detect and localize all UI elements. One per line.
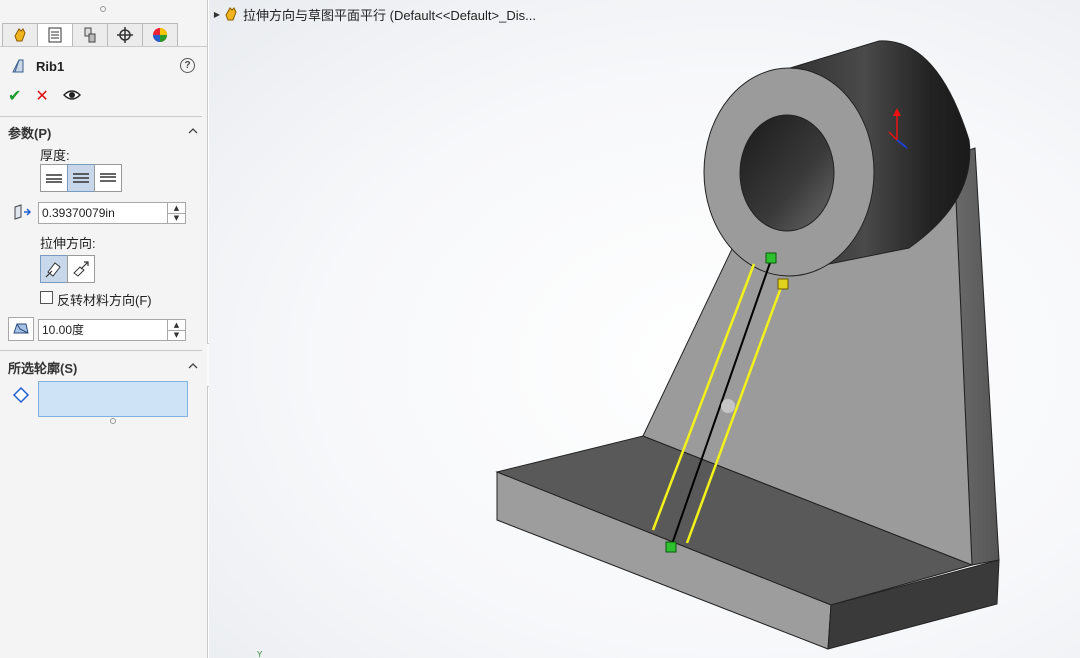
configuration-manager-icon: [84, 27, 96, 43]
help-icon[interactable]: ?: [180, 58, 195, 73]
axis-label: Y: [257, 650, 263, 658]
contour-diamond-icon: [12, 386, 30, 404]
normal-to-sketch-button[interactable]: [67, 255, 95, 283]
thickness-value[interactable]: 0.39370079in: [39, 203, 167, 223]
thickness-stepper-arrows: ▲ ▼: [167, 203, 185, 223]
direction-label: 拉伸方向:: [40, 236, 96, 251]
list-resize-handle[interactable]: [110, 418, 116, 424]
draft-toggle-button[interactable]: [8, 317, 34, 341]
collapse-params-icon[interactable]: [188, 126, 198, 136]
tab-configuration-manager[interactable]: [72, 23, 108, 47]
cylinder-hole[interactable]: [739, 114, 835, 232]
feature-manager-icon: [14, 28, 26, 42]
spin-up-icon[interactable]: ▲: [168, 203, 185, 214]
thickness-type-buttons: [40, 164, 122, 192]
first-side-icon: [46, 174, 62, 183]
spin-down-icon[interactable]: ▼: [168, 214, 185, 224]
dimxpert-icon: [117, 27, 133, 43]
collapse-contours-icon[interactable]: [188, 361, 198, 371]
tab-divider: [0, 46, 208, 47]
feature-name: Rib1: [36, 58, 65, 74]
sketch-point-bottom[interactable]: [665, 541, 677, 553]
property-manager-panel: Rib1 ? ✔ ✕ 参数(P) 厚度: 0.39370079in ▲ ▼ 拉伸…: [0, 0, 208, 658]
flip-material-label: 反转材料方向(F): [57, 293, 152, 308]
tab-display-manager[interactable]: [142, 23, 178, 47]
property-manager-icon: [48, 27, 62, 43]
rib-feature-icon: [12, 59, 24, 73]
manager-tabs: [2, 23, 182, 47]
spin-down-icon[interactable]: ▼: [168, 331, 185, 341]
cancel-button[interactable]: ✕: [35, 86, 48, 105]
feature-header: Rib1 ?: [10, 56, 195, 76]
thickness-stepper[interactable]: 0.39370079in ▲ ▼: [38, 202, 186, 224]
tab-property-manager[interactable]: [37, 23, 73, 47]
selected-contours-list[interactable]: [38, 381, 188, 417]
thickness-both-sides-button[interactable]: [67, 164, 95, 192]
contours-group-title[interactable]: 所选轮廓(S): [8, 358, 77, 377]
draft-stepper-arrows: ▲ ▼: [167, 320, 185, 340]
draft-angle-value[interactable]: 10.00度: [39, 320, 167, 340]
direction-buttons: [40, 255, 95, 283]
draft-icon: [13, 323, 29, 334]
parallel-direction-icon: [45, 262, 61, 278]
ok-button[interactable]: ✔: [8, 86, 21, 105]
sketch-point-top[interactable]: [765, 252, 777, 264]
tab-dimxpert-manager[interactable]: [107, 23, 143, 47]
spin-up-icon[interactable]: ▲: [168, 320, 185, 331]
section-divider: [0, 350, 202, 351]
part-model[interactable]: [209, 0, 1080, 658]
display-manager-icon: [153, 28, 167, 42]
thickness-second-side-button[interactable]: [94, 164, 122, 192]
rib-thickness-icon: [14, 204, 32, 220]
thickness-first-side-button[interactable]: [40, 164, 68, 192]
params-group-title[interactable]: 参数(P): [8, 123, 51, 142]
graphics-viewport[interactable]: ▶ 拉伸方向与草图平面平行 (Default<<Default>_Dis...: [209, 0, 1080, 658]
second-side-icon: [100, 173, 116, 182]
sketch-point-coincident[interactable]: [777, 278, 789, 290]
parallel-to-sketch-button[interactable]: [40, 255, 68, 283]
flip-material-checkbox[interactable]: [40, 291, 53, 304]
panel-grip-handle[interactable]: [100, 6, 106, 12]
draft-angle-stepper[interactable]: 10.00度 ▲ ▼: [38, 319, 186, 341]
drag-handle[interactable]: [721, 399, 735, 413]
section-divider: [0, 116, 202, 117]
thickness-label: 厚度:: [40, 148, 70, 163]
normal-direction-icon: [73, 261, 89, 277]
tab-feature-manager[interactable]: [2, 23, 38, 47]
eye-icon[interactable]: [62, 88, 81, 102]
both-sides-icon: [73, 173, 89, 183]
action-buttons: ✔ ✕: [8, 85, 81, 105]
